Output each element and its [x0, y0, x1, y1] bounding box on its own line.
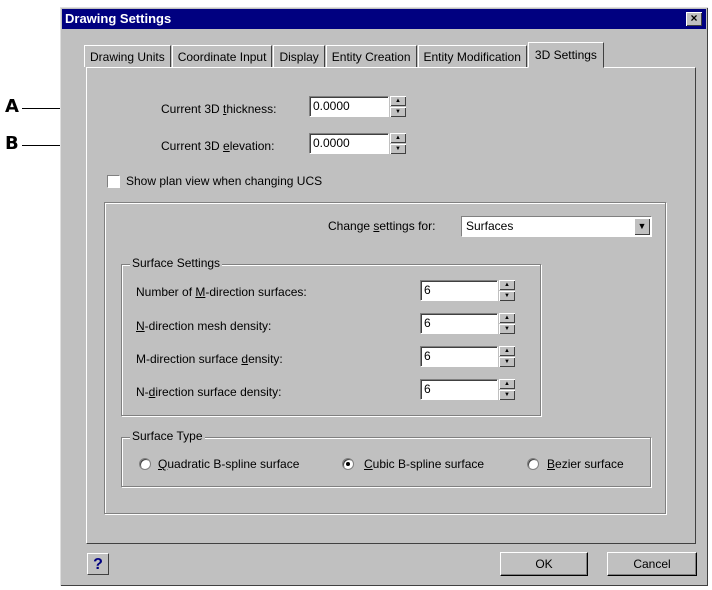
- title-bar: Drawing Settings ×: [62, 9, 706, 29]
- tab-entity-creation[interactable]: Entity Creation: [325, 45, 417, 67]
- ok-button[interactable]: OK: [500, 552, 588, 576]
- elevation-spinner[interactable]: ▲ ▼: [390, 133, 406, 154]
- bezier-label: Bezier surface: [547, 457, 624, 471]
- help-icon: ?: [93, 556, 103, 573]
- spin-down-icon[interactable]: ▼: [499, 291, 515, 301]
- elevation-input[interactable]: 0.0000: [309, 133, 389, 154]
- tab-display[interactable]: Display: [273, 45, 325, 67]
- quadratic-label: Quadratic B-spline surface: [158, 457, 300, 471]
- help-button[interactable]: ?: [87, 553, 109, 575]
- change-settings-label: Change settings for:: [328, 219, 436, 233]
- tab-coordinate-input[interactable]: Coordinate Input: [171, 45, 273, 67]
- spin-up-icon[interactable]: ▲: [390, 96, 406, 106]
- m-density-spinner[interactable]: ▲ ▼: [499, 346, 515, 367]
- spin-down-icon[interactable]: ▼: [499, 390, 515, 400]
- tab-drawing-units[interactable]: Drawing Units: [84, 45, 171, 67]
- m-surfaces-spinner[interactable]: ▲ ▼: [499, 280, 515, 301]
- plan-view-label: Show plan view when changing UCS: [126, 174, 323, 188]
- change-settings-select[interactable]: Surfaces ▼: [461, 216, 652, 237]
- spin-down-icon[interactable]: ▼: [499, 357, 515, 367]
- tab-strip: Drawing Units Coordinate Input Display E…: [84, 42, 605, 68]
- bezier-radio[interactable]: [527, 458, 539, 470]
- tab-entity-modification[interactable]: Entity Modification: [417, 45, 527, 67]
- callout-a: A: [5, 96, 19, 117]
- n-density-spinner[interactable]: ▲ ▼: [499, 379, 515, 400]
- tab-3d-settings[interactable]: 3D Settings: [527, 42, 604, 68]
- m-surfaces-label: Number of M-direction surfaces:: [136, 285, 307, 299]
- spin-up-icon[interactable]: ▲: [499, 379, 515, 389]
- close-button[interactable]: ×: [686, 12, 702, 26]
- cancel-button[interactable]: Cancel: [607, 552, 697, 576]
- quadratic-radio[interactable]: [139, 458, 151, 470]
- window-title: Drawing Settings: [65, 11, 172, 26]
- spin-up-icon[interactable]: ▲: [499, 313, 515, 323]
- n-density-input[interactable]: 6: [420, 379, 498, 400]
- thickness-input[interactable]: 0.0000: [309, 96, 389, 117]
- cubic-label: Cubic B-spline surface: [364, 457, 485, 471]
- thickness-spinner[interactable]: ▲ ▼: [390, 96, 406, 117]
- elevation-label: Current 3D elevation:: [161, 139, 275, 153]
- n-density-label: N-direction surface density:: [136, 385, 282, 399]
- cubic-radio[interactable]: [342, 458, 354, 470]
- m-density-label: M-direction surface density:: [136, 352, 283, 366]
- close-icon: ×: [690, 11, 698, 25]
- spin-up-icon[interactable]: ▲: [499, 346, 515, 356]
- n-mesh-label: N-direction mesh density:: [136, 319, 272, 333]
- n-mesh-input[interactable]: 6: [420, 313, 498, 334]
- m-density-input[interactable]: 6: [420, 346, 498, 367]
- surface-type-title: Surface Type: [130, 429, 205, 443]
- surface-settings-title: Surface Settings: [130, 256, 223, 270]
- callout-b: B: [5, 133, 19, 154]
- spin-down-icon[interactable]: ▼: [499, 324, 515, 334]
- m-surfaces-input[interactable]: 6: [420, 280, 498, 301]
- chevron-down-icon[interactable]: ▼: [634, 218, 650, 235]
- plan-view-checkbox[interactable]: [107, 175, 120, 188]
- spin-down-icon[interactable]: ▼: [390, 107, 406, 117]
- n-mesh-spinner[interactable]: ▲ ▼: [499, 313, 515, 334]
- spin-up-icon[interactable]: ▲: [390, 133, 406, 143]
- spin-down-icon[interactable]: ▼: [390, 144, 406, 154]
- spin-up-icon[interactable]: ▲: [499, 280, 515, 290]
- thickness-label: Current 3D thickness:: [161, 102, 277, 116]
